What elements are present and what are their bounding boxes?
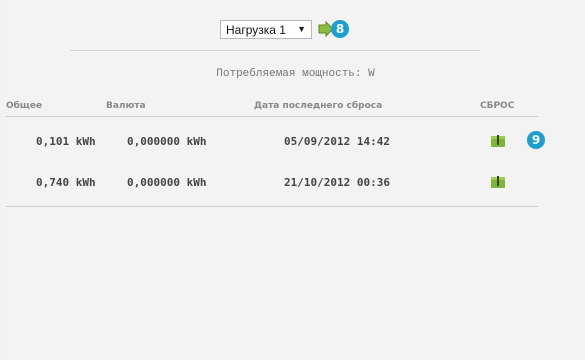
cell-currency: 0,000000 kWh — [127, 176, 207, 189]
callout-badge-9: 9 — [527, 131, 545, 149]
cell-currency: 0,000000 kWh — [127, 135, 207, 148]
cell-date: 21/10/2012 00:36 — [284, 176, 390, 189]
table-bottom-divider — [6, 206, 538, 207]
divider — [70, 50, 480, 51]
header-divider — [6, 116, 538, 117]
cell-date: 05/09/2012 14:42 — [284, 135, 390, 148]
header-last-reset-date: Дата последнего сброса — [254, 101, 383, 111]
header-total: Общее — [6, 101, 43, 111]
energy-panel: Нагрузка 1 ▼ 8 Потребляемая мощность: W … — [6, 0, 585, 360]
load-select[interactable]: Нагрузка 1 ▼ — [220, 20, 312, 39]
chevron-down-icon: ▼ — [297, 24, 306, 34]
power-consumption-label: Потребляемая мощность: W — [216, 68, 375, 80]
reset-icon[interactable] — [491, 135, 505, 147]
table-row: 0,101 kWh 0,000000 kWh 05/09/2012 14:42 — [6, 122, 538, 162]
header-reset: СБРОС — [480, 101, 515, 111]
callout-badge-8: 8 — [331, 20, 349, 38]
load-select-value: Нагрузка 1 — [226, 22, 286, 37]
cell-total: 0,101 kWh — [36, 135, 96, 148]
table-row: 0,740 kWh 0,000000 kWh 21/10/2012 00:36 — [6, 163, 538, 203]
cell-total: 0,740 kWh — [36, 176, 96, 189]
load-selector-row: Нагрузка 1 ▼ 8 — [6, 20, 585, 42]
header-currency: Валюта — [106, 101, 146, 111]
reset-icon[interactable] — [491, 176, 505, 188]
table-header: Общее Валюта Дата последнего сброса СБРО… — [6, 98, 585, 116]
